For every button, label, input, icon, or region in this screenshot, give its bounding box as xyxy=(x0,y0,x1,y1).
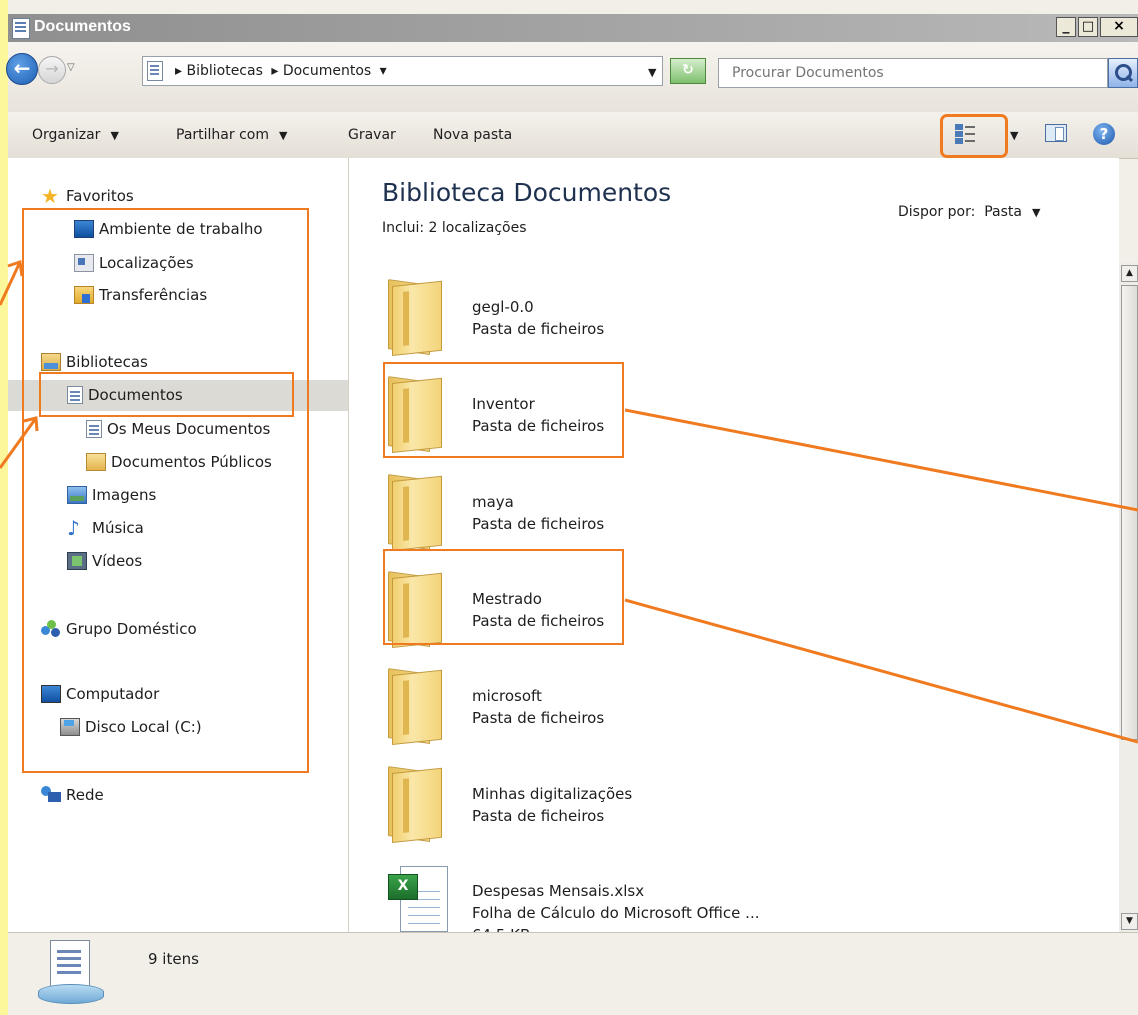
file-name: Despesas Mensais.xlsx xyxy=(472,882,645,900)
folder-icon xyxy=(388,279,442,356)
file-name: microsoft xyxy=(472,687,542,705)
arrange-value[interactable]: Pasta xyxy=(984,204,1022,220)
nav-highlight-box xyxy=(22,208,309,773)
star-icon: ★ xyxy=(41,184,59,208)
file-item[interactable]: microsoft Pasta de ficheiros xyxy=(382,665,802,755)
file-type: Pasta de ficheiros xyxy=(472,807,605,825)
refresh-button[interactable]: ↻ xyxy=(670,58,706,84)
breadcrumb-dropdown[interactable]: ▾ xyxy=(380,63,387,79)
nav-network-label: Rede xyxy=(66,786,104,804)
view-dropdown-icon[interactable]: ▼ xyxy=(1010,129,1018,142)
folder-icon xyxy=(388,766,442,843)
file-name: maya xyxy=(472,493,514,511)
includes-label: Inclui: xyxy=(382,220,425,236)
back-button[interactable]: ← xyxy=(6,53,38,85)
file-type: Pasta de ficheiros xyxy=(472,709,605,727)
new-folder-button[interactable]: Nova pasta xyxy=(433,127,512,143)
mestrado-highlight-box xyxy=(383,549,624,645)
close-button[interactable]: × xyxy=(1100,17,1138,37)
file-type: Pasta de ficheiros xyxy=(472,320,605,338)
chevron-down-icon: ▼ xyxy=(278,129,288,142)
document-icon xyxy=(147,61,163,81)
search-input[interactable] xyxy=(719,59,1107,87)
scroll-thumb[interactable] xyxy=(1121,285,1138,740)
library-title: Biblioteca Documentos xyxy=(382,178,672,207)
library-includes: Inclui: 2 localizações xyxy=(382,220,527,236)
chevron-down-icon: ▼ xyxy=(110,129,119,142)
locations-link[interactable]: 2 localizações xyxy=(429,220,527,236)
file-item[interactable]: maya Pasta de ficheiros xyxy=(382,471,802,561)
file-name: Minhas digitalizações xyxy=(472,785,633,803)
file-item[interactable]: Minhas digitalizações Pasta de ficheiros xyxy=(382,763,802,853)
maximize-button[interactable]: □ xyxy=(1078,17,1098,37)
title-bar: Documentos xyxy=(8,14,1138,42)
file-item[interactable]: gegl-0.0 Pasta de ficheiros xyxy=(382,276,802,366)
share-label: Partilhar com xyxy=(176,127,269,143)
organize-button[interactable]: Organizar ▼ xyxy=(32,127,119,143)
search-icon[interactable] xyxy=(1108,58,1138,88)
library-document-icon xyxy=(38,940,104,1006)
share-button[interactable]: Partilhar com ▼ xyxy=(176,127,287,143)
minimize-button[interactable]: _ xyxy=(1056,17,1076,37)
address-bar[interactable]: ▸ Bibliotecas ▸ Documentos ▾ xyxy=(142,56,663,86)
scroll-up-arrow[interactable]: ▲ xyxy=(1121,265,1138,282)
window-title: Documentos xyxy=(34,18,131,35)
chevron-down-icon[interactable]: ▼ xyxy=(1032,206,1040,219)
folder-icon xyxy=(388,668,442,745)
details-pane xyxy=(8,932,1138,1015)
scroll-down-arrow[interactable]: ▼ xyxy=(1121,913,1138,930)
arrange-by: Dispor por: Pasta ▼ xyxy=(898,204,1040,220)
nav-favorites-label: Favoritos xyxy=(66,187,134,205)
breadcrumb-documentos[interactable]: ▸ Documentos xyxy=(271,63,371,79)
excel-file-icon: X xyxy=(388,866,452,934)
burn-button[interactable]: Gravar xyxy=(348,127,396,143)
file-type: Pasta de ficheiros xyxy=(472,515,605,533)
nav-network[interactable]: Rede xyxy=(41,786,104,804)
help-icon[interactable]: ? xyxy=(1093,123,1115,145)
search-box[interactable] xyxy=(718,58,1108,88)
document-icon xyxy=(12,18,30,39)
inventor-highlight-box xyxy=(383,362,624,458)
documents-highlight-box xyxy=(39,372,294,417)
forward-button[interactable]: → xyxy=(38,56,66,84)
file-name: gegl-0.0 xyxy=(472,298,534,316)
organize-label: Organizar xyxy=(32,127,101,143)
file-type: Folha de Cálculo do Microsoft Office ... xyxy=(472,904,760,922)
nav-favorites[interactable]: ★ Favoritos xyxy=(41,184,134,208)
view-button-highlight xyxy=(940,114,1008,158)
breadcrumb: ▸ Bibliotecas ▸ Documentos ▾ xyxy=(175,63,391,79)
preview-pane-icon[interactable] xyxy=(1045,124,1067,142)
history-dropdown-icon[interactable]: ▽ xyxy=(67,62,75,73)
arrange-label: Dispor por: xyxy=(898,204,976,220)
network-icon xyxy=(41,786,61,804)
folder-icon xyxy=(388,474,442,551)
breadcrumb-bibliotecas[interactable]: ▸ Bibliotecas xyxy=(175,63,263,79)
item-count: 9 itens xyxy=(148,950,199,968)
address-dropdown-icon[interactable]: ▼ xyxy=(648,66,656,79)
